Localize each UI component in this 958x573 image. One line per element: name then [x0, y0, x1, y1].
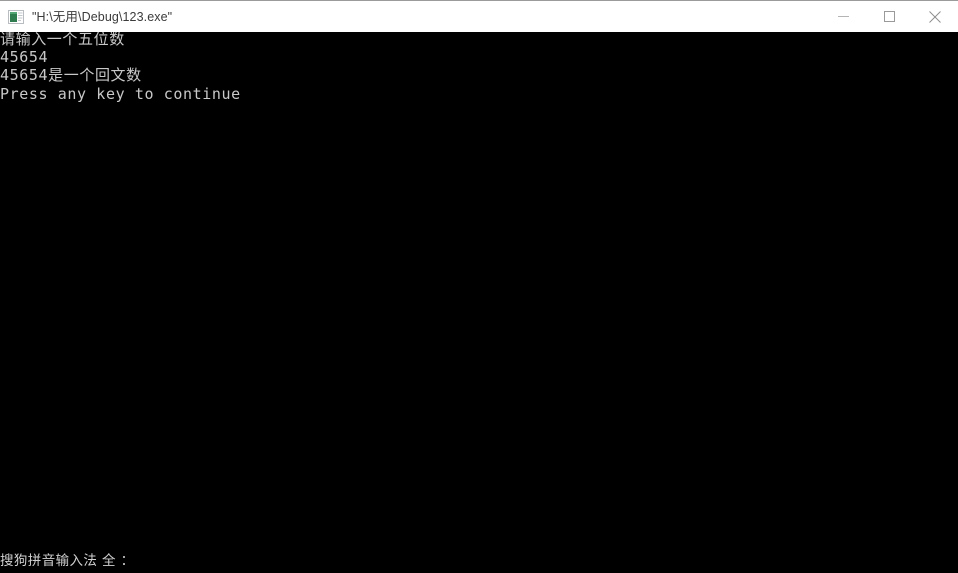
console-app-icon — [8, 9, 24, 25]
minimize-button[interactable] — [820, 1, 866, 32]
console-output-area[interactable]: 请输入一个五位数 45654 45654是一个回文数 Press any key… — [0, 32, 958, 573]
ime-status-text: 搜狗拼音输入法 全 ： — [0, 553, 135, 569]
window-title: "H:\无用\Debug\123.exe" — [32, 9, 173, 24]
minimize-icon — [837, 11, 849, 22]
window-controls — [820, 1, 958, 32]
close-icon — [929, 10, 941, 23]
console-line: 45654 — [0, 48, 49, 67]
console-window: "H:\无用\Debug\123.exe" 请输入一个五位数 45654 456… — [0, 0, 958, 573]
maximize-icon — [883, 11, 895, 22]
console-line: 请输入一个五位数 — [0, 32, 125, 48]
maximize-button[interactable] — [866, 1, 912, 32]
title-bar[interactable]: "H:\无用\Debug\123.exe" — [0, 0, 958, 32]
close-button[interactable] — [912, 1, 958, 32]
console-line: 45654是一个回文数 — [0, 66, 142, 85]
ime-status-bar[interactable]: 搜狗拼音输入法 全 ： — [0, 549, 300, 569]
console-line: Press any key to continue — [0, 84, 241, 103]
console-text-block: 请输入一个五位数 45654 45654是一个回文数 Press any key… — [0, 32, 958, 103]
